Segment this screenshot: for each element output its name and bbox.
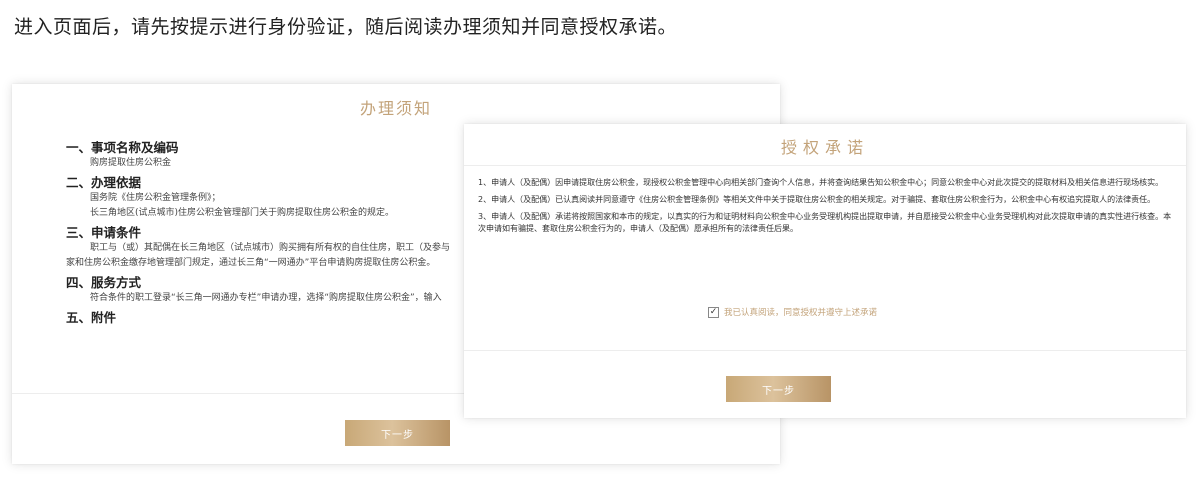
- authorization-card: 授权承诺 1、申请人（及配偶）因申请提取住房公积金，现授权公积金管理中心向相关部…: [464, 124, 1186, 418]
- agree-label: 我已认真阅读，同意授权并遵守上述承诺: [724, 308, 878, 318]
- authorization-next-button[interactable]: 下一步: [726, 376, 831, 402]
- authorization-terms: 1、申请人（及配偶）因申请提取住房公积金，现授权公积金管理中心向相关部门查询个人…: [478, 177, 1174, 240]
- agree-option[interactable]: ✓ 我已认真阅读，同意授权并遵守上述承诺: [708, 306, 877, 318]
- notice-next-button[interactable]: 下一步: [345, 420, 450, 446]
- authorization-title: 授权承诺: [780, 138, 869, 157]
- authorization-divider: [464, 350, 1186, 351]
- notice-title: 办理须知: [359, 99, 432, 118]
- page-instruction: 进入页面后，请先按提示进行身份验证，随后阅读办理须知并同意授权承诺。: [14, 16, 678, 38]
- title-divider: [464, 165, 1186, 166]
- agree-checkbox[interactable]: ✓: [708, 306, 719, 318]
- term-item: 2、申请人（及配偶）已认真阅读并同意遵守《住房公积金管理条例》等相关文件中关于提…: [478, 195, 1156, 204]
- term-item: 3、申请人（及配偶）承诺将按照国家和本市的规定，以真实的行为和证明材料向公积金中…: [478, 212, 1172, 233]
- term-item: 1、申请人（及配偶）因申请提取住房公积金，现授权公积金管理中心向相关部门查询个人…: [478, 178, 1164, 187]
